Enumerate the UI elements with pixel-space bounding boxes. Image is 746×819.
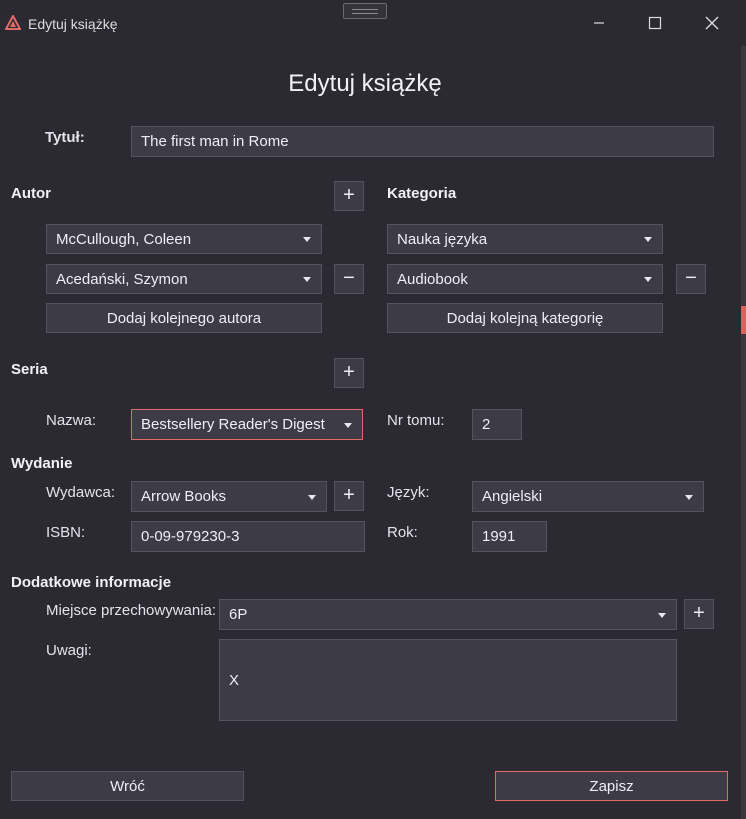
maximize-icon[interactable] [643,12,667,34]
save-button[interactable]: Zapisz [495,771,728,801]
window-title: Edytuj książkę [28,16,118,32]
volume-input[interactable]: 2 [472,409,522,440]
title-input[interactable]: The first man in Rome [131,126,714,157]
author-combo-2-value: Acedański, Szymon [56,270,188,288]
year-input[interactable]: 1991 [472,521,547,552]
publisher-label: Wydawca: [46,484,116,501]
add-another-category-button[interactable]: Dodaj kolejną kategorię [387,303,663,333]
volume-label: Nr tomu: [387,412,445,429]
add-author-button[interactable]: + [334,181,364,211]
extra-info-section-label: Dodatkowe informacje [11,574,172,591]
back-button[interactable]: Wróć [11,771,244,801]
category-section-label: Kategoria [387,185,457,202]
minimize-icon[interactable] [587,12,611,34]
author-section-label: Autor [11,185,51,202]
language-label: Język: [387,484,430,501]
category-combo-2-value: Audiobook [397,270,468,288]
remove-author-button[interactable]: − [334,264,364,294]
chevron-down-icon [644,237,652,242]
year-label: Rok: [387,524,418,541]
chevron-down-icon [644,277,652,282]
app-logo-icon [4,13,22,31]
storage-label: Miejsce przechowywania: [46,602,217,619]
notes-value: X [229,672,240,689]
series-name-value: Bestsellery Reader's Digest [141,416,325,433]
volume-value: 2 [482,416,491,433]
isbn-input[interactable]: 0-09-979230-3 [131,521,365,552]
category-combo-1[interactable]: Nauka języka [387,224,663,254]
page-title: Edytuj książkę [288,70,442,97]
storage-value: 6P [229,606,248,623]
chevron-down-icon [308,494,316,500]
category-combo-1-value: Nauka języka [397,230,488,248]
series-section-label: Seria [11,361,48,378]
edition-section-label: Wydanie [11,455,73,472]
storage-combo[interactable]: 6P [219,599,677,630]
isbn-label: ISBN: [46,524,86,541]
chevron-down-icon [303,237,311,242]
language-value: Angielski [482,488,543,505]
chevron-down-icon [658,612,666,618]
series-name-combo[interactable]: Bestsellery Reader's Digest [131,409,363,440]
chevron-down-icon [685,494,693,500]
title-value: The first man in Rome [141,133,289,150]
publisher-combo[interactable]: Arrow Books [131,481,327,512]
notes-textarea[interactable]: X [219,639,677,721]
notes-label: Uwagi: [46,642,92,659]
add-storage-button[interactable]: + [684,599,714,629]
series-name-label: Nazwa: [46,412,97,429]
close-icon[interactable] [700,12,724,34]
remove-category-button[interactable]: − [676,264,706,294]
language-combo[interactable]: Angielski [472,481,704,512]
window-edge [741,46,746,819]
scroll-marker [741,306,746,334]
category-combo-2[interactable]: Audiobook [387,264,663,294]
add-another-author-button[interactable]: Dodaj kolejnego autora [46,303,322,333]
author-combo-1-value: McCullough, Coleen [56,230,192,248]
add-publisher-button[interactable]: + [334,481,364,511]
chevron-down-icon [303,277,311,282]
title-label: Tytuł: [45,129,85,146]
author-combo-2[interactable]: Acedański, Szymon [46,264,322,294]
year-value: 1991 [482,528,516,545]
publisher-value: Arrow Books [141,488,227,505]
author-combo-1[interactable]: McCullough, Coleen [46,224,322,254]
drag-handle[interactable] [343,3,387,19]
isbn-value: 0-09-979230-3 [141,528,240,545]
add-series-button[interactable]: + [334,358,364,388]
chevron-down-icon [344,422,352,428]
